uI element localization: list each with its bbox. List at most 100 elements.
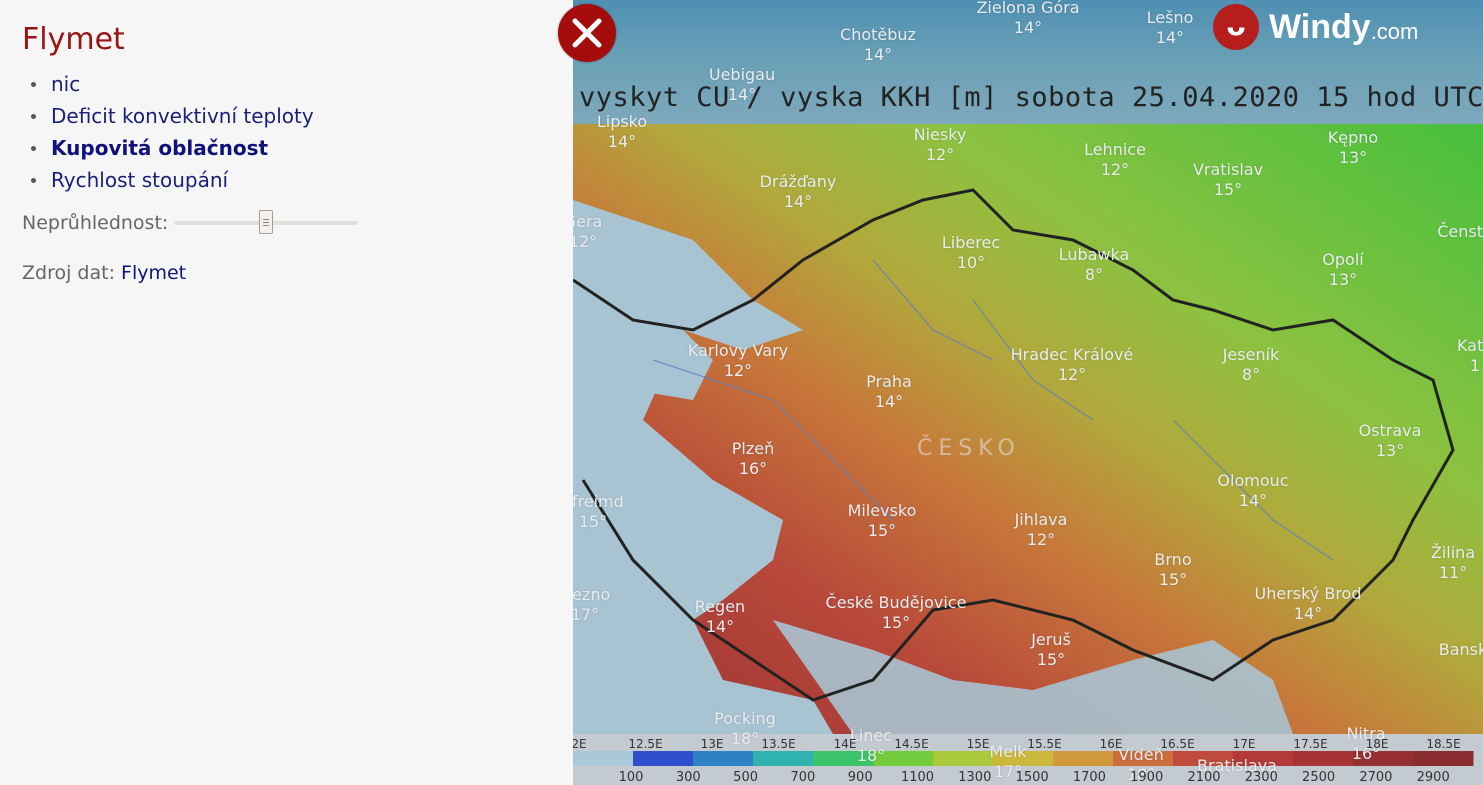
city-label: Jeruš 15°: [1031, 630, 1071, 670]
windy-logo[interactable]: ᴗ Windy .com: [1213, 4, 1418, 50]
city-name: Vídeň: [1118, 745, 1164, 764]
opacity-slider[interactable]: [174, 208, 359, 238]
legend-swatch: [1413, 751, 1474, 766]
legend-value: 2100: [1187, 770, 1221, 785]
longitude-label: 15E: [966, 737, 990, 751]
longitude-label: 18.5E: [1426, 737, 1461, 751]
city-name: Milevsko: [847, 501, 917, 520]
city-name: Pocking: [714, 709, 776, 728]
city-label: České Budějovice 15°: [826, 593, 967, 633]
map-canvas[interactable]: [573, 0, 1483, 785]
city-label: Lehnice 12°: [1084, 140, 1146, 180]
map-view[interactable]: vyskyt CU / vyska KKH [m] sobota 25.04.2…: [573, 0, 1483, 785]
city-label: Zielona Góra 14°: [976, 0, 1079, 38]
close-button[interactable]: [558, 4, 616, 62]
legend-value: 2700: [1359, 770, 1393, 785]
city-temperature: 17°: [573, 605, 600, 624]
city-name: Hradec Králové: [1010, 345, 1134, 364]
city-name: Pfreimd: [573, 492, 624, 511]
city-temperature: 14°: [705, 617, 735, 636]
city-label: Lešno 14°: [1147, 8, 1194, 48]
city-label: Žilina 11°: [1431, 543, 1475, 583]
legend-swatch: [693, 751, 754, 766]
city-temperature: 11°: [1438, 563, 1468, 582]
city-label: Regen 14°: [695, 597, 745, 637]
legend-value: 300: [675, 770, 701, 785]
city-temperature: 14°: [1238, 491, 1268, 510]
city-name: Kato: [1456, 336, 1483, 355]
city-label: Jihlava 12°: [1015, 510, 1068, 550]
city-name: Melk: [989, 742, 1027, 761]
city-name: Gera: [573, 212, 603, 231]
city-temperature: 12°: [925, 145, 955, 164]
city-name: Karlovy Vary: [687, 341, 789, 360]
city-temperature: 15°: [578, 512, 608, 531]
city-temperature: 1: [1469, 356, 1481, 375]
city-temperature: 8°: [1084, 265, 1104, 284]
city-name: Liberec: [941, 233, 1001, 252]
city-label: Lubawka 8°: [1059, 245, 1130, 285]
city-name: Opolí: [1322, 250, 1364, 269]
legend-swatch: [1053, 751, 1114, 766]
layer-item-cumulus[interactable]: Kupovitá oblačnost: [31, 132, 314, 164]
layer-item-climb-rate[interactable]: Rychlost stoupání: [31, 164, 314, 196]
city-temperature: 8°: [1241, 365, 1261, 384]
layer-item-deficit[interactable]: Deficit konvektivní teploty: [31, 100, 314, 132]
opacity-row: Neprůhlednost:: [22, 208, 359, 238]
city-name: Ostrava: [1358, 421, 1422, 440]
country-label: ČESKO: [917, 436, 1021, 461]
windy-logo-icon: ᴗ: [1213, 4, 1259, 50]
city-temperature: 10°: [956, 253, 986, 272]
layer-list: nic Deficit konvektivní teploty Kupovitá…: [22, 68, 314, 196]
legend-value: 2300: [1244, 770, 1278, 785]
legend-swatch: [573, 751, 634, 766]
city-temperature: 12°: [1057, 365, 1087, 384]
legend-value: 2500: [1302, 770, 1336, 785]
city-label: Čensto: [1437, 222, 1483, 242]
city-name: Bansk: [1438, 640, 1483, 659]
city-label: Drážďany 14°: [760, 172, 837, 212]
city-name: Uebigau: [708, 65, 776, 84]
city-name: Praha: [866, 372, 912, 391]
city-temperature: 13°: [1338, 148, 1368, 167]
opacity-slider-handle[interactable]: [259, 210, 274, 234]
city-name: Uherský Brod: [1254, 584, 1362, 603]
legend-value: 1900: [1130, 770, 1164, 785]
city-label: Kępno 13°: [1328, 128, 1378, 168]
city-label: Plzeň 16°: [732, 439, 774, 479]
city-label: Dezno17°: [573, 585, 610, 625]
city-label: Gera12°: [573, 212, 602, 252]
city-temperature: 14°: [1013, 18, 1043, 37]
city-temperature: 15°: [1036, 650, 1066, 669]
legend-swatch: [1293, 751, 1354, 766]
city-name: Lešno: [1146, 8, 1194, 27]
legend-value: 700: [790, 770, 816, 785]
longitude-label: 16.5E: [1160, 737, 1195, 751]
forecast-field: [573, 124, 1483, 734]
city-name: Čensto: [1437, 222, 1483, 241]
city-temperature: 12°: [1026, 530, 1056, 549]
layer-item-nic[interactable]: nic: [31, 68, 314, 100]
legend-value: 100: [618, 770, 644, 785]
source-link[interactable]: Flymet: [121, 262, 186, 284]
city-temperature: 14°: [1155, 28, 1185, 47]
city-label: Opolí 13°: [1322, 250, 1363, 290]
legend-value: 1500: [1015, 770, 1049, 785]
legend-swatch: [753, 751, 814, 766]
longitude-label: 16E: [1099, 737, 1123, 751]
legend-value: 500: [733, 770, 759, 785]
city-label: Chotěbuz 14°: [840, 25, 916, 65]
legend-value: 1100: [900, 770, 935, 785]
close-icon: [572, 18, 602, 48]
city-label: Hradec Králové 12°: [1011, 345, 1134, 385]
city-temperature: 13°: [1328, 270, 1358, 289]
city-temperature: 15°: [1158, 570, 1188, 589]
city-name: Lipsko: [596, 112, 648, 131]
city-temperature: 15°: [867, 521, 897, 540]
city-label: Liberec 10°: [942, 233, 1000, 273]
city-name: Niesky: [913, 125, 967, 144]
longitude-label: 17E: [1232, 737, 1256, 751]
city-temperature: 12°: [1100, 160, 1130, 179]
city-name: Jihlava: [1014, 510, 1068, 529]
legend-value: 900: [847, 770, 873, 785]
